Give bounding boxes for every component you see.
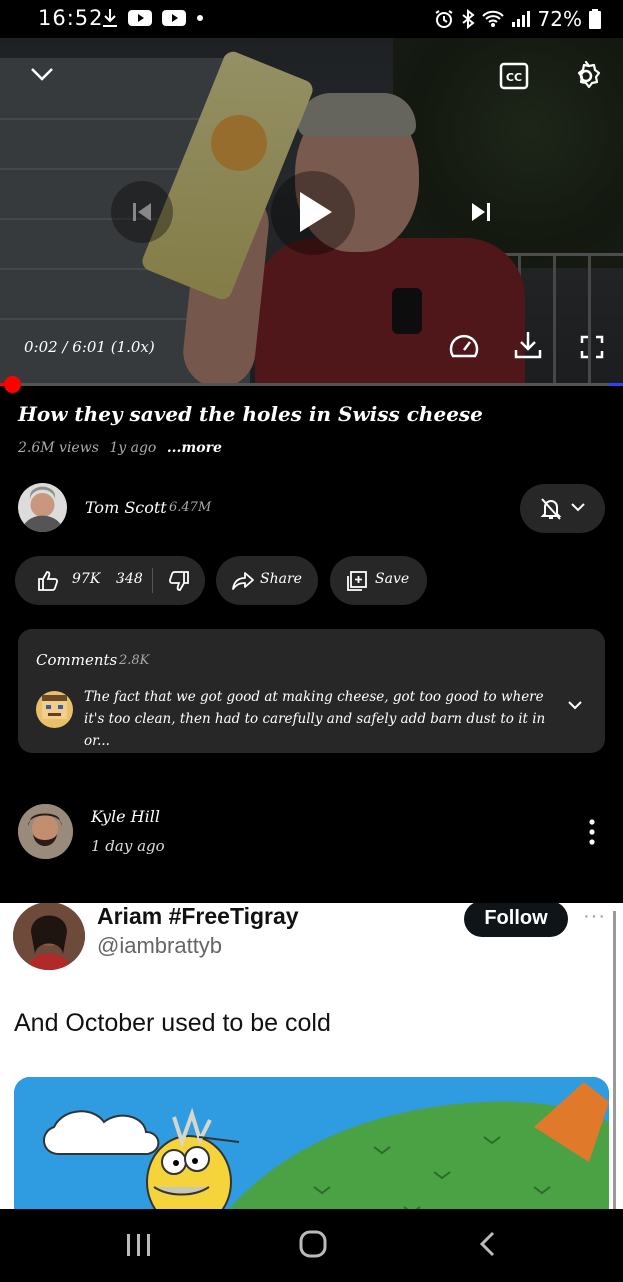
youtube-icon — [162, 10, 186, 26]
save-icon — [347, 571, 367, 591]
view-count: 2.6M views — [18, 440, 99, 456]
post-author-avatar[interactable] — [18, 804, 73, 859]
tweet-text: And October used to be cold — [14, 1009, 331, 1037]
back-icon[interactable] — [478, 1231, 496, 1257]
post-image-tweet[interactable]: Ariam #FreeTigray @iambrattyb Follow ···… — [0, 903, 623, 1209]
share-icon — [232, 572, 254, 590]
chevron-down-icon[interactable] — [30, 66, 54, 82]
post-time: 1 day ago — [91, 837, 165, 855]
dot-icon — [197, 15, 203, 21]
channel-name[interactable]: Tom Scott — [85, 498, 167, 517]
status-bar: 16:52 72% — [0, 0, 623, 38]
top-comment-text: The fact that we got good at making chee… — [84, 689, 546, 749]
tweet-author-handle: @iambrattyb — [97, 933, 223, 958]
previous-icon — [133, 203, 151, 221]
video-title[interactable]: How they saved the holes in Swiss cheese — [18, 402, 483, 426]
recents-icon[interactable] — [126, 1233, 152, 1257]
alarm-icon — [434, 10, 453, 28]
progress-bar[interactable] — [0, 383, 623, 386]
system-nav-bar — [0, 1209, 623, 1282]
like-count[interactable]: 97K — [72, 571, 100, 587]
like-dislike-pill: 97K 348 — [15, 556, 205, 605]
play-icon — [300, 192, 332, 232]
dislike-icon[interactable] — [168, 570, 190, 592]
upload-age: 1y ago — [109, 440, 157, 456]
signal-icon — [511, 11, 530, 27]
post-author-name[interactable]: Kyle Hill — [91, 807, 160, 826]
save-label: Save — [375, 571, 410, 587]
download-icon[interactable] — [513, 330, 543, 360]
share-label: Share — [260, 571, 302, 587]
more-vert-icon[interactable] — [585, 818, 599, 846]
dislike-count: 348 — [116, 571, 143, 587]
bluetooth-icon — [461, 9, 475, 29]
play-button[interactable] — [271, 171, 355, 255]
tweet-follow-button: Follow — [464, 903, 568, 937]
comments-title: Comments — [36, 651, 118, 669]
youtube-icon — [128, 10, 152, 26]
battery-icon — [589, 9, 601, 29]
status-time: 16:52 — [38, 6, 104, 30]
home-icon[interactable] — [299, 1230, 327, 1258]
system-icons: 72% — [434, 7, 601, 31]
tweet-more-icon: ··· — [583, 905, 606, 927]
channel-avatar[interactable] — [18, 483, 67, 532]
notification-bell-button[interactable] — [520, 484, 605, 533]
save-button[interactable]: Save — [330, 556, 427, 605]
comments-count: 2.8K — [119, 653, 150, 668]
cc-icon[interactable]: CC — [499, 62, 529, 90]
bell-off-icon — [540, 498, 562, 520]
subscriber-count: 6.47M — [169, 500, 212, 515]
notification-icons — [102, 8, 204, 28]
chevron-down-icon[interactable] — [568, 701, 582, 711]
tweet-author-name: Ariam #FreeTigray — [97, 903, 299, 929]
more-link[interactable]: ...more — [167, 440, 222, 456]
video-meta[interactable]: 2.6M views 1y ago ...more — [18, 440, 222, 456]
share-button[interactable]: Share — [216, 556, 318, 605]
chevron-down-icon — [571, 503, 585, 512]
previous-button[interactable] — [111, 181, 173, 243]
playback-time: 0:02 / 6:01 (1.0x) — [24, 338, 155, 356]
speed-icon[interactable] — [449, 332, 479, 360]
fullscreen-icon[interactable] — [580, 335, 604, 359]
svg-text:CC: CC — [506, 71, 522, 84]
tweet-author-avatar — [13, 903, 85, 970]
gear-icon[interactable] — [570, 60, 602, 92]
video-player[interactable]: CC 0:02 / 6:01 (1.0x) — [0, 38, 623, 384]
commenter-avatar — [36, 691, 73, 728]
download-icon — [103, 9, 117, 27]
like-icon[interactable] — [37, 570, 59, 592]
comments-panel[interactable]: Comments 2.8K The fact that we got good … — [18, 629, 605, 753]
tweet-media-cartoon — [14, 1077, 609, 1209]
progress-scrubber[interactable] — [3, 376, 21, 393]
battery-percent: 72% — [537, 7, 582, 31]
wifi-icon — [481, 10, 504, 27]
next-icon[interactable] — [470, 201, 492, 223]
